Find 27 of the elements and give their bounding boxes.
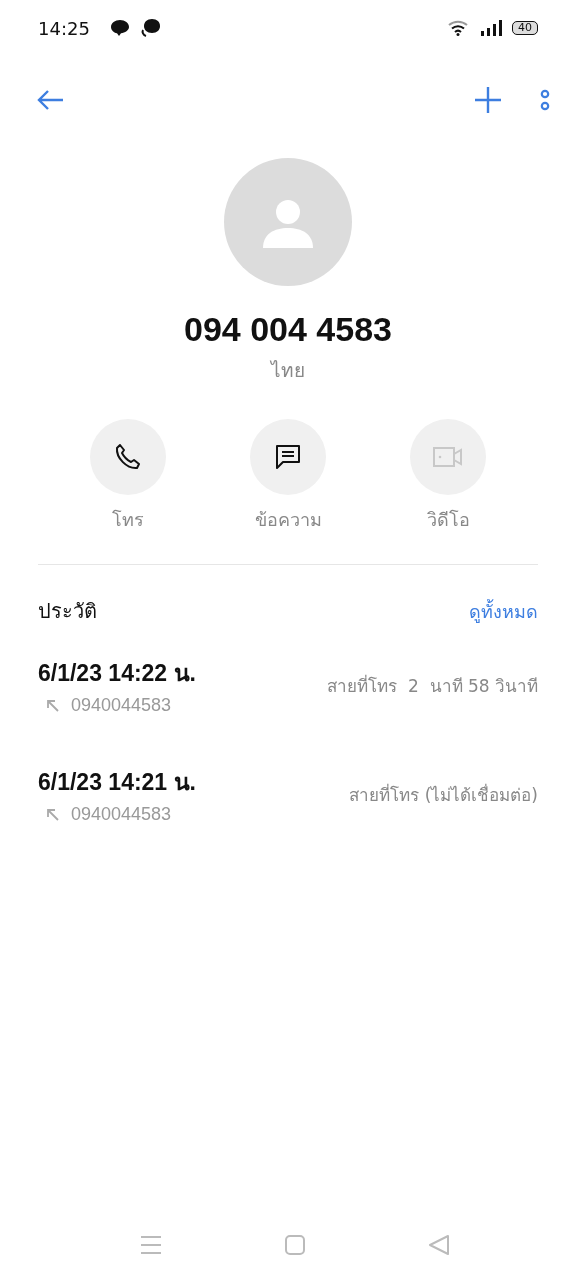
- status-time: 14:25: [38, 17, 90, 39]
- chat-bubble-icon: [139, 18, 162, 38]
- action-label: โทร: [112, 508, 144, 532]
- contact-location: ไทย: [271, 358, 305, 383]
- outgoing-arrow-icon: [46, 808, 59, 821]
- see-all-link[interactable]: ดูทั้งหมด: [469, 596, 538, 626]
- call-detail: สายที่โทร (ไม่ได้เชื่อมต่อ): [349, 782, 538, 807]
- call-number: 0940044583: [71, 804, 172, 825]
- call-datetime: 6/1/23 14:21 น.: [38, 768, 196, 797]
- call-detail: สายที่โทร 2 นาที 58 วินาที: [327, 673, 538, 698]
- add-icon[interactable]: [474, 86, 502, 114]
- signal-icon: [480, 20, 502, 36]
- wifi-icon: [448, 20, 470, 36]
- chat-bubble-icon: [109, 19, 130, 37]
- message-icon: [274, 443, 302, 471]
- phone-icon: [113, 442, 143, 472]
- action-label: ข้อความ: [254, 508, 322, 532]
- contact-name: 094 004 4583: [184, 310, 392, 349]
- history-heading: ประวัติ: [38, 598, 97, 625]
- battery-indicator: 40: [512, 21, 538, 35]
- video-camera-icon: [432, 446, 464, 468]
- back-arrow-icon[interactable]: [36, 89, 64, 111]
- action-label: วิดีโอ: [426, 508, 470, 532]
- call-datetime: 6/1/23 14:22 น.: [38, 659, 196, 688]
- call-number: 0940044583: [71, 695, 172, 716]
- more-options-icon[interactable]: [540, 89, 550, 111]
- outgoing-arrow-icon: [46, 699, 59, 712]
